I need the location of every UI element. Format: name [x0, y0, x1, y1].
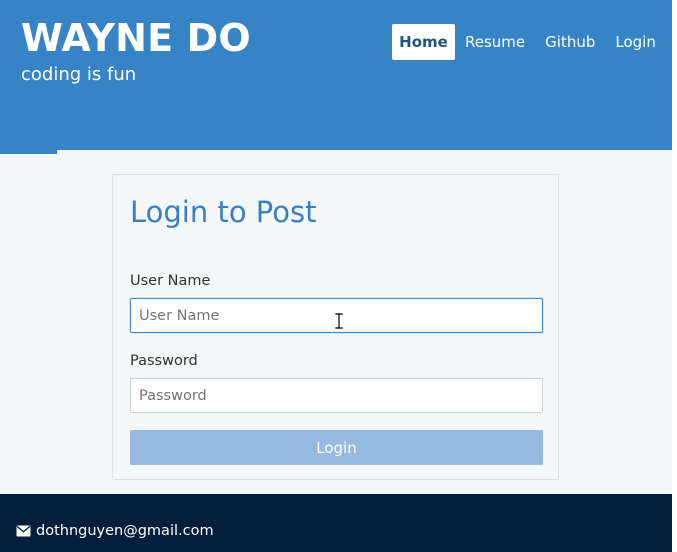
- username-input[interactable]: [130, 298, 543, 333]
- password-input[interactable]: [130, 378, 543, 413]
- password-label: Password: [130, 353, 198, 369]
- username-label: User Name: [130, 273, 211, 289]
- site-title: WAYNE DO: [21, 16, 251, 60]
- site-subtitle: coding is fun: [21, 64, 137, 85]
- envelope-icon: [16, 525, 31, 537]
- nav-resume-link[interactable]: Resume: [455, 24, 535, 60]
- login-button[interactable]: Login: [130, 430, 543, 465]
- login-card: Login to Post User Name Password Login: [112, 174, 559, 480]
- footer-email[interactable]: dothnguyen@gmail.com: [16, 522, 214, 540]
- window-edge: [672, 0, 677, 552]
- main-navigation: Home Resume Github Login: [392, 24, 666, 60]
- site-footer: dothnguyen@gmail.com: [0, 494, 672, 552]
- nav-home-link[interactable]: Home: [392, 24, 455, 60]
- footer-email-text[interactable]: dothnguyen@gmail.com: [36, 522, 214, 540]
- site-header: WAYNE DO coding is fun Home Resume Githu…: [0, 0, 672, 150]
- header-notch: [0, 150, 57, 154]
- nav-login-link[interactable]: Login: [605, 24, 665, 60]
- nav-github-link[interactable]: Github: [535, 24, 605, 60]
- login-title: Login to Post: [130, 195, 317, 229]
